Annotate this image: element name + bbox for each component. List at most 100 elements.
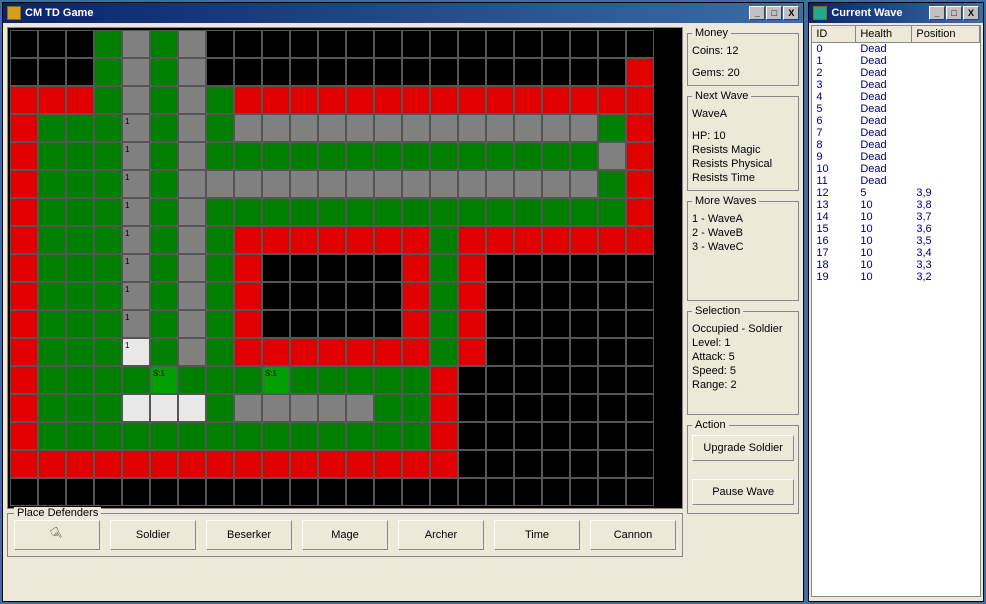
- grid-cell[interactable]: [150, 310, 178, 338]
- grid-cell[interactable]: [458, 422, 486, 450]
- grid-cell[interactable]: [318, 142, 346, 170]
- defender-archer-button[interactable]: Archer: [398, 520, 484, 550]
- grid-cell[interactable]: [262, 450, 290, 478]
- grid-cell[interactable]: [290, 170, 318, 198]
- defender-soldier-button[interactable]: Soldier: [110, 520, 196, 550]
- grid-cell[interactable]: [10, 366, 38, 394]
- grid-cell[interactable]: [346, 114, 374, 142]
- grid-cell[interactable]: [570, 366, 598, 394]
- grid-cell[interactable]: [598, 58, 626, 86]
- grid-cell[interactable]: [94, 58, 122, 86]
- grid-cell[interactable]: [542, 254, 570, 282]
- grid-cell[interactable]: [542, 226, 570, 254]
- grid-cell[interactable]: [150, 282, 178, 310]
- grid-cell[interactable]: [514, 226, 542, 254]
- grid-cell[interactable]: [10, 142, 38, 170]
- grid-cell[interactable]: [346, 254, 374, 282]
- grid-cell[interactable]: [626, 282, 654, 310]
- wave-row[interactable]: 1Dead: [812, 55, 980, 67]
- wave-row[interactable]: 5Dead: [812, 103, 980, 115]
- grid-cell[interactable]: [122, 86, 150, 114]
- grid-cell[interactable]: [290, 58, 318, 86]
- grid-cell[interactable]: [514, 86, 542, 114]
- maximize-button[interactable]: □: [766, 6, 782, 20]
- grid-cell[interactable]: [178, 170, 206, 198]
- grid-cell[interactable]: [430, 170, 458, 198]
- grid-cell[interactable]: [486, 198, 514, 226]
- grid-cell[interactable]: [402, 58, 430, 86]
- wave-maximize-button[interactable]: □: [946, 6, 962, 20]
- grid-cell[interactable]: [10, 58, 38, 86]
- grid-cell[interactable]: [122, 394, 150, 422]
- grid-cell[interactable]: [318, 30, 346, 58]
- grid-cell[interactable]: [430, 310, 458, 338]
- grid-cell[interactable]: [234, 30, 262, 58]
- grid-cell[interactable]: [94, 198, 122, 226]
- grid-cell[interactable]: [626, 58, 654, 86]
- grid-cell[interactable]: [626, 86, 654, 114]
- grid-cell[interactable]: [626, 30, 654, 58]
- grid-cell[interactable]: [514, 142, 542, 170]
- grid-cell[interactable]: [38, 226, 66, 254]
- grid-cell[interactable]: [626, 478, 654, 506]
- grid-cell[interactable]: [234, 198, 262, 226]
- wave-row[interactable]: 10Dead: [812, 163, 980, 175]
- grid-cell[interactable]: [38, 310, 66, 338]
- col-health[interactable]: Health: [856, 26, 912, 42]
- grid-cell[interactable]: [206, 450, 234, 478]
- wave-row[interactable]: 2Dead: [812, 67, 980, 79]
- grid-cell[interactable]: [66, 58, 94, 86]
- grid-cell[interactable]: [150, 30, 178, 58]
- grid-cell[interactable]: [38, 450, 66, 478]
- grid-cell[interactable]: [318, 310, 346, 338]
- grid-cell[interactable]: [66, 254, 94, 282]
- wave-row[interactable]: 9Dead: [812, 151, 980, 163]
- wave-row[interactable]: 13103,8: [812, 199, 980, 211]
- grid-cell[interactable]: [570, 422, 598, 450]
- grid-cell[interactable]: [206, 310, 234, 338]
- col-id[interactable]: ID: [812, 26, 856, 42]
- grid-cell[interactable]: [206, 86, 234, 114]
- grid-cell[interactable]: [150, 338, 178, 366]
- defender-mage-button[interactable]: Mage: [302, 520, 388, 550]
- grid-cell[interactable]: [318, 422, 346, 450]
- grid-cell[interactable]: [458, 366, 486, 394]
- grid-cell[interactable]: [570, 142, 598, 170]
- grid-cell[interactable]: [626, 310, 654, 338]
- grid-cell[interactable]: [458, 254, 486, 282]
- grid-cell[interactable]: [626, 114, 654, 142]
- grid-cell[interactable]: [626, 198, 654, 226]
- grid-cell[interactable]: [178, 254, 206, 282]
- grid-cell[interactable]: [598, 170, 626, 198]
- grid-cell[interactable]: [514, 254, 542, 282]
- grid-cell[interactable]: [402, 338, 430, 366]
- grid-cell[interactable]: [486, 282, 514, 310]
- grid-cell[interactable]: [318, 114, 346, 142]
- grid-cell[interactable]: [178, 198, 206, 226]
- grid-cell[interactable]: [374, 86, 402, 114]
- grid-cell[interactable]: [570, 478, 598, 506]
- grid-cell[interactable]: [66, 142, 94, 170]
- grid-cell[interactable]: [262, 310, 290, 338]
- grid-cell[interactable]: [178, 338, 206, 366]
- grid-cell[interactable]: [318, 226, 346, 254]
- grid-cell[interactable]: [598, 310, 626, 338]
- grid-cell[interactable]: [458, 114, 486, 142]
- grid-cell[interactable]: [150, 422, 178, 450]
- grid-cell[interactable]: [430, 58, 458, 86]
- grid-cell[interactable]: [94, 226, 122, 254]
- grid-cell[interactable]: [206, 366, 234, 394]
- grid-cell[interactable]: [10, 282, 38, 310]
- grid-cell[interactable]: [290, 450, 318, 478]
- grid-cell[interactable]: [402, 86, 430, 114]
- grid-cell[interactable]: [150, 394, 178, 422]
- grid-cell[interactable]: [262, 170, 290, 198]
- grid-cell[interactable]: [626, 142, 654, 170]
- grid-cell[interactable]: [402, 142, 430, 170]
- grid-cell[interactable]: [626, 450, 654, 478]
- grid-cell[interactable]: [10, 30, 38, 58]
- pause-wave-button[interactable]: Pause Wave: [692, 479, 794, 505]
- grid-cell[interactable]: [598, 198, 626, 226]
- grid-cell[interactable]: [38, 114, 66, 142]
- grid-cell[interactable]: [458, 394, 486, 422]
